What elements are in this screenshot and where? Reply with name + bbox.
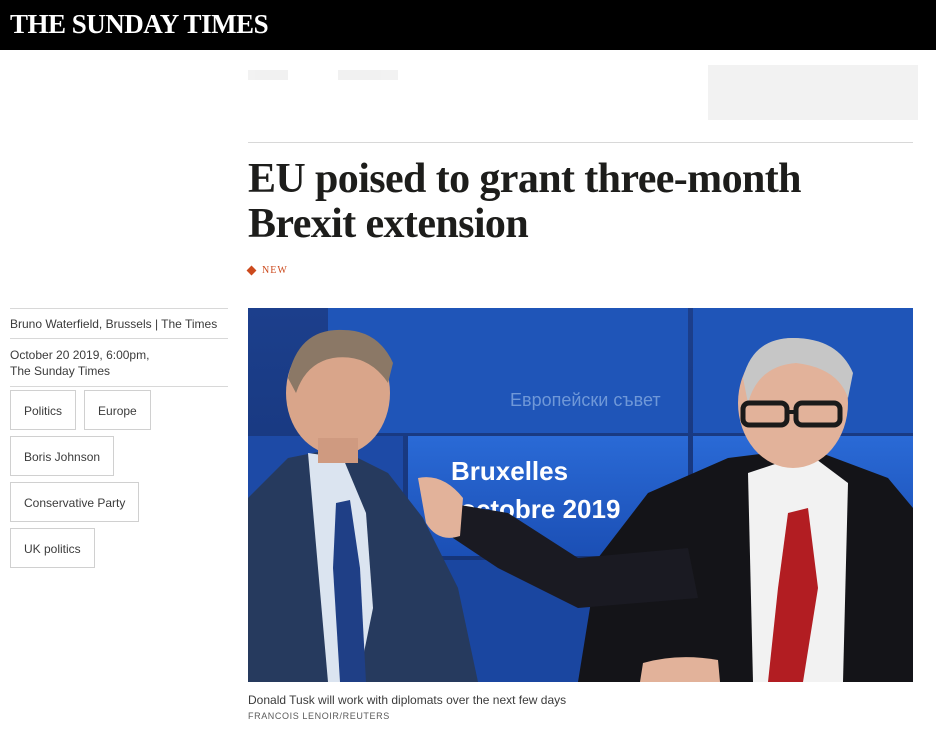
tag-conservative-party[interactable]: Conservative Party xyxy=(10,482,140,522)
masthead: THE SUNDAY TIMES xyxy=(0,0,936,50)
divider xyxy=(248,142,913,143)
headline-line-1: EU poised to grant three-month xyxy=(248,156,801,202)
photo-credit: FRANCOIS LENOIR/REUTERS xyxy=(248,711,390,721)
tag-europe[interactable]: Europe xyxy=(84,390,151,430)
article-headline: EU poised to grant three-month Brexit ex… xyxy=(248,157,913,247)
new-badge: NEW xyxy=(246,265,288,276)
photo-caption: Donald Tusk will work with diplomats ove… xyxy=(248,693,567,707)
divider xyxy=(10,386,228,387)
publication-name: The Sunday Times xyxy=(10,364,111,378)
byline[interactable]: Bruno Waterfield, Brussels | The Times xyxy=(10,309,228,338)
new-badge-label: NEW xyxy=(262,265,288,276)
article-meta: Bruno Waterfield, Brussels | The Times O… xyxy=(10,308,228,387)
site-logo[interactable]: THE SUNDAY TIMES xyxy=(10,9,269,40)
tag-uk-politics[interactable]: UK politics xyxy=(10,528,95,568)
screen-text-city: Bruxelles xyxy=(451,456,568,486)
tag-boris-johnson[interactable]: Boris Johnson xyxy=(10,436,115,476)
topic-tags: Politics Europe Boris Johnson Conservativ… xyxy=(10,390,228,574)
headline-line-2: Brexit extension xyxy=(248,201,529,247)
article-photo: Европейски съвет Bruxelles octobre 2019 xyxy=(248,308,913,682)
screen-text-council: Европейски съвет xyxy=(510,390,661,410)
diamond-icon xyxy=(246,265,257,276)
dateline: October 20 2019, 6:00pm, The Sunday Time… xyxy=(10,339,228,386)
publish-date: October 20 2019, 6:00pm, xyxy=(10,348,150,362)
tag-politics[interactable]: Politics xyxy=(10,390,77,430)
ad-placeholder xyxy=(248,60,928,130)
